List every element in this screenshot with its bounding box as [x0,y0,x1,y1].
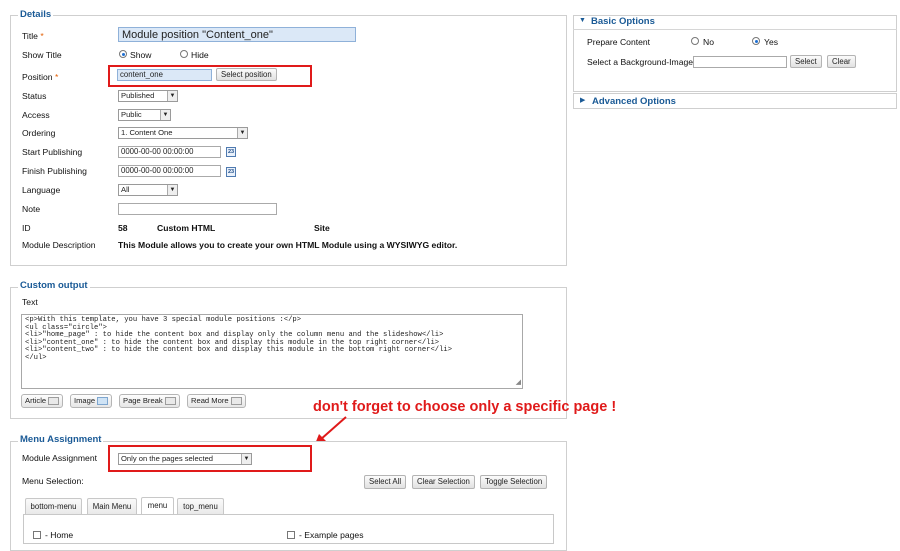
details-legend: Details [18,9,54,20]
annotation-text: don't forget to choose only a specific p… [313,399,617,415]
show-title-label: Show Title [22,50,62,60]
show-title-hide-label: Hide [191,50,209,60]
language-label: Language [22,185,61,195]
select-all-button[interactable]: Select All [364,475,407,489]
basic-options-header[interactable]: ▼ Basic Options [573,15,897,30]
chevron-down-icon: ▼ [160,110,170,120]
image-button[interactable]: Image [70,394,113,408]
prepare-content-label: Prepare Content [587,37,651,47]
background-image-clear-button[interactable]: Clear [827,55,856,68]
background-image-input[interactable] [693,56,787,68]
ordering-label: Ordering [22,128,56,138]
read-more-icon [230,397,242,405]
chevron-down-icon: ▼ [167,185,177,195]
ordering-select-value: 1. Content One [121,128,173,137]
module-type: Custom HTML [157,223,216,233]
tab-bottom-menu[interactable]: bottom-menu [25,498,82,514]
language-select-value: All [121,185,130,194]
id-label: ID [22,223,31,233]
article-button-label: Article [25,396,47,405]
module-assignment-label: Module Assignment [22,453,97,463]
chevron-right-icon: ▶ [580,97,586,104]
tab-main-menu[interactable]: Main Menu [87,498,137,514]
finish-publishing-label: Finish Publishing [22,166,87,176]
title-label: Title * [22,31,44,41]
menu-tab-panel [23,514,554,544]
menu-assignment-legend: Menu Assignment [18,434,104,445]
prepare-content-no-radio[interactable] [691,37,699,45]
tab-top-menu[interactable]: top_menu [177,498,224,514]
chevron-down-icon: ▼ [237,128,247,138]
show-title-hide-radio[interactable] [180,50,188,58]
prepare-content-no-label: No [703,37,714,47]
show-title-show-label: Show [130,50,152,60]
module-client: Site [314,223,330,233]
menu-item-example-pages-checkbox[interactable] [287,531,295,539]
prepare-content-yes-radio[interactable] [752,37,760,45]
clear-selection-button[interactable]: Clear Selection [412,475,475,489]
access-select[interactable]: Public ▼ [118,109,171,121]
menu-item-home-checkbox[interactable] [33,531,41,539]
ordering-select[interactable]: 1. Content One ▼ [118,127,248,139]
status-label: Status [22,91,47,101]
text-label: Text [22,297,38,307]
advanced-options-title: Advanced Options [592,96,676,107]
editor-line: <li>"content_two" : to hide the content … [25,346,453,355]
page-break-button-label: Page Break [123,396,163,405]
position-label: Position * [22,72,59,82]
note-input[interactable] [118,203,277,215]
editor-line: </ul> [25,353,47,362]
article-icon [48,397,60,405]
toggle-selection-button[interactable]: Toggle Selection [480,475,548,489]
menu-selection-label: Menu Selection: [22,476,84,486]
image-icon [97,397,109,405]
read-more-button-label: Read More [191,396,229,405]
id-value: 58 [118,223,128,233]
finish-publishing-input[interactable]: 0000-00-00 00:00:00 [118,165,221,177]
start-publishing-input[interactable]: 0000-00-00 00:00:00 [118,146,221,158]
details-fieldset [10,15,567,266]
read-more-button[interactable]: Read More [187,394,246,408]
image-button-label: Image [74,396,96,405]
calendar-icon[interactable]: 23 [226,167,236,177]
start-publishing-label: Start Publishing [22,147,83,157]
advanced-options-header[interactable]: ▶ Advanced Options [573,93,897,109]
note-label: Note [22,204,41,214]
module-description-label: Module Description [22,240,96,250]
prepare-content-yes-label: Yes [764,37,779,47]
status-select-value: Published [121,91,155,100]
article-button[interactable]: Article [21,394,64,408]
access-label: Access [22,110,50,120]
custom-output-legend: Custom output [18,280,90,291]
chevron-down-icon: ▼ [167,91,177,101]
page-break-icon [164,397,176,405]
page-break-button[interactable]: Page Break [119,394,180,408]
resize-handle-icon[interactable]: ◢ [516,380,521,388]
background-image-select-button[interactable]: Select [790,55,822,68]
module-assignment-highlight-box [108,445,312,472]
basic-options-title: Basic Options [591,16,655,27]
language-select[interactable]: All ▼ [118,184,178,196]
chevron-down-icon: ▼ [579,17,586,24]
custom-html-editor[interactable]: <p>With this template, you have 3 specia… [21,314,523,389]
access-select-value: Public [121,110,142,119]
position-highlight-box [108,65,312,87]
title-input[interactable]: Module position "Content_one" [118,27,356,42]
status-select[interactable]: Published ▼ [118,90,178,102]
show-title-show-radio[interactable] [119,50,127,58]
tab-menu[interactable]: menu [141,497,174,514]
background-image-label: Select a Background-Image [587,57,694,67]
calendar-icon[interactable]: 23 [226,147,236,157]
module-description: This Module allows you to create your ow… [118,240,458,250]
